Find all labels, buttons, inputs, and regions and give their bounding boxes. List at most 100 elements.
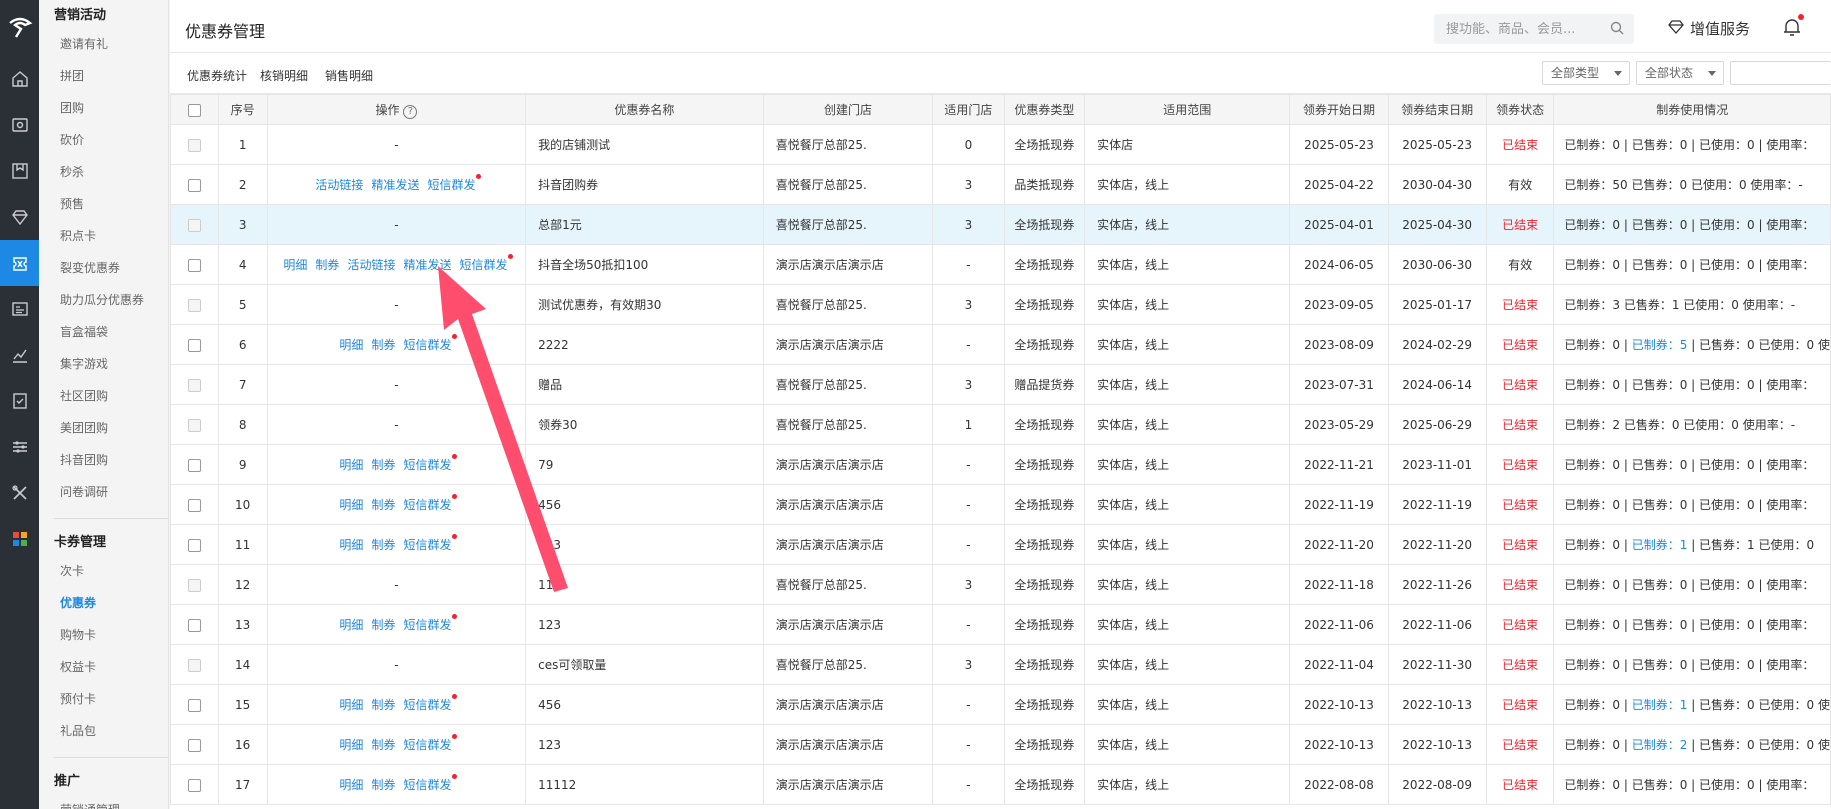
row-action-link[interactable]: 明细	[339, 338, 363, 352]
usage-link[interactable]: 已制券：2	[1632, 738, 1688, 752]
row-checkbox[interactable]	[187, 298, 201, 312]
table-row[interactable]: 16 明细 制券 短信群发 123 演示店演示店演示店 - 全场抵现券 实体店，线上 2022-1…	[170, 724, 1831, 765]
submenu-item[interactable]: 美团团购	[60, 419, 108, 436]
submenu-item[interactable]: 团购	[60, 99, 84, 116]
row-checkbox[interactable]	[187, 178, 201, 192]
submenu-item[interactable]: 次卡	[60, 562, 84, 579]
chart-icon[interactable]	[0, 332, 39, 378]
usage-link[interactable]: 已制券：5	[1632, 338, 1688, 352]
goods-icon[interactable]	[0, 148, 39, 194]
tools-icon[interactable]	[0, 470, 39, 516]
row-checkbox[interactable]	[187, 538, 201, 552]
row-action-link[interactable]: 制券	[371, 618, 395, 632]
global-search[interactable]	[1434, 14, 1634, 44]
row-checkbox[interactable]	[187, 498, 201, 512]
row-action-link[interactable]: 短信群发	[427, 178, 475, 192]
submenu-item[interactable]: 裂变优惠券	[60, 259, 120, 276]
submenu-group-title[interactable]: 营销活动	[54, 4, 106, 23]
submenu-item[interactable]: 拼团	[60, 67, 84, 84]
logo-icon[interactable]	[0, 0, 39, 56]
cashier-icon[interactable]	[0, 102, 39, 148]
date-filter-input[interactable]	[1730, 61, 1831, 85]
table-row[interactable]: 12-111 喜悦餐厅总部25. 3 全场抵现券 实体店，线上 2022-11-18 202…	[170, 564, 1831, 605]
row-action-link[interactable]: 明细	[339, 778, 363, 792]
search-input[interactable]	[1446, 21, 1606, 37]
table-row[interactable]: 3- 总部1元 喜悦餐厅总部25. 3 全场抵现券 实体店，线上 2025-04-01 202…	[170, 204, 1831, 245]
row-action-link[interactable]: 制券	[371, 698, 395, 712]
type-filter-select[interactable]: 全部类型	[1542, 61, 1630, 85]
member-icon[interactable]	[0, 194, 39, 240]
settings-sliders-icon[interactable]	[0, 424, 39, 470]
usage-link[interactable]: 已制券：1	[1632, 698, 1688, 712]
row-action-link[interactable]: 制券	[371, 538, 395, 552]
status-filter-select[interactable]: 全部状态	[1636, 61, 1724, 85]
submenu-item[interactable]: 社区团购	[60, 387, 108, 404]
help-icon[interactable]: ?	[403, 104, 418, 119]
row-action-link[interactable]: 精准发送	[371, 178, 419, 192]
table-row[interactable]: 9 明细 制券 短信群发 79 演示店演示店演示店 - 全场抵现券 实体店，线上 2022-11-…	[170, 444, 1831, 485]
submenu-group-title[interactable]: 卡券管理	[54, 531, 106, 550]
table-row[interactable]: 13 明细 制券 短信群发 123 演示店演示店演示店 - 全场抵现券 实体店，线上 2022-1…	[170, 604, 1831, 645]
row-checkbox[interactable]	[187, 738, 201, 752]
submenu-item[interactable]: 购物卡	[60, 626, 96, 643]
subtab-coupon-stats[interactable]: 优惠券统计	[187, 67, 247, 84]
submenu-item[interactable]: 预售	[60, 195, 84, 212]
table-row[interactable]: 11 明细 制券 短信群发 123 演示店演示店演示店 - 全场抵现券 实体店，线上 2022-1…	[170, 524, 1831, 565]
submenu-item[interactable]: 秒杀	[60, 163, 84, 180]
select-all-checkbox[interactable]	[187, 103, 201, 117]
row-action-link[interactable]: 短信群发	[403, 698, 451, 712]
row-action-link[interactable]: 明细	[339, 698, 363, 712]
row-action-link[interactable]: 制券	[371, 498, 395, 512]
table-row[interactable]: 14- ces可领取量 喜悦餐厅总部25. 3 全场抵现券 实体店，线上 2022-11-0…	[170, 644, 1831, 685]
submenu-item[interactable]: 营销通管理	[60, 801, 120, 809]
row-action-link[interactable]: 明细	[283, 258, 307, 272]
row-checkbox[interactable]	[187, 218, 201, 232]
subtab-redeem-detail[interactable]: 核销明细	[260, 67, 308, 84]
submenu-item[interactable]: 优惠券	[60, 594, 96, 611]
table-row[interactable]: 1- 我的店铺测试 喜悦餐厅总部25. 0 全场抵现券 实体店 2025-05-23 2025…	[170, 124, 1831, 165]
submenu-item[interactable]: 邀请有礼	[60, 35, 108, 52]
row-action-link[interactable]: 制券	[315, 258, 339, 272]
report-icon[interactable]	[0, 378, 39, 424]
submenu-item[interactable]: 盲盒福袋	[60, 323, 108, 340]
submenu-item[interactable]: 权益卡	[60, 658, 96, 675]
row-action-link[interactable]: 明细	[339, 498, 363, 512]
table-row[interactable]: 7- 赠品 喜悦餐厅总部25. 3 赠品提货券 实体店，线上 2023-07-31 2024-…	[170, 364, 1831, 405]
row-checkbox[interactable]	[187, 338, 201, 352]
row-action-link[interactable]: 制券	[371, 458, 395, 472]
row-checkbox[interactable]	[187, 618, 201, 632]
row-action-link[interactable]: 制券	[371, 338, 395, 352]
card-icon[interactable]	[0, 286, 39, 332]
submenu-item[interactable]: 礼品包	[60, 722, 96, 739]
table-row[interactable]: 17 明细 制券 短信群发 11112 演示店演示店演示店 - 全场抵现券 实体店，线上 2022…	[170, 764, 1831, 805]
row-checkbox[interactable]	[187, 778, 201, 792]
row-action-link[interactable]: 明细	[339, 738, 363, 752]
row-action-link[interactable]: 明细	[339, 458, 363, 472]
row-action-link[interactable]: 短信群发	[403, 458, 451, 472]
row-checkbox[interactable]	[187, 458, 201, 472]
row-action-link[interactable]: 短信群发	[403, 338, 451, 352]
row-checkbox[interactable]	[187, 658, 201, 672]
row-checkbox[interactable]	[187, 418, 201, 432]
marketing-icon[interactable]	[0, 240, 39, 286]
row-action-link[interactable]: 制券	[371, 738, 395, 752]
row-action-link[interactable]: 明细	[339, 618, 363, 632]
row-checkbox[interactable]	[187, 258, 201, 272]
row-checkbox[interactable]	[187, 578, 201, 592]
table-row[interactable]: 10 明细 制券 短信群发 456 演示店演示店演示店 - 全场抵现券 实体店，线上 2022-1…	[170, 484, 1831, 525]
table-row[interactable]: 15 明细 制券 短信群发 456 演示店演示店演示店 - 全场抵现券 实体店，线上 2022-1…	[170, 684, 1831, 725]
row-checkbox[interactable]	[187, 138, 201, 152]
subtab-sales-detail[interactable]: 销售明细	[325, 67, 373, 84]
bell-icon[interactable]	[1783, 17, 1801, 40]
table-row[interactable]: 4 明细 制券 活动链接 精准发送 短信群发 抖音全场50抵扣100 演示店演示店演示店 - 全场…	[170, 244, 1831, 285]
table-row[interactable]: 5- 测试优惠券，有效期30 喜悦餐厅总部25. 3 全场抵现券 实体店，线上 2023-0…	[170, 284, 1831, 325]
row-action-link[interactable]: 短信群发	[403, 738, 451, 752]
row-checkbox[interactable]	[187, 378, 201, 392]
row-action-link[interactable]: 活动链接	[347, 258, 395, 272]
row-action-link[interactable]: 明细	[339, 538, 363, 552]
row-action-link[interactable]: 短信群发	[459, 258, 507, 272]
submenu-item[interactable]: 砍价	[60, 131, 84, 148]
submenu-item[interactable]: 积点卡	[60, 227, 96, 244]
table-row[interactable]: 8- 领券30 喜悦餐厅总部25. 1 全场抵现券 实体店，线上 2023-05-29 202…	[170, 404, 1831, 445]
submenu-group-title[interactable]: 推广	[54, 770, 80, 789]
